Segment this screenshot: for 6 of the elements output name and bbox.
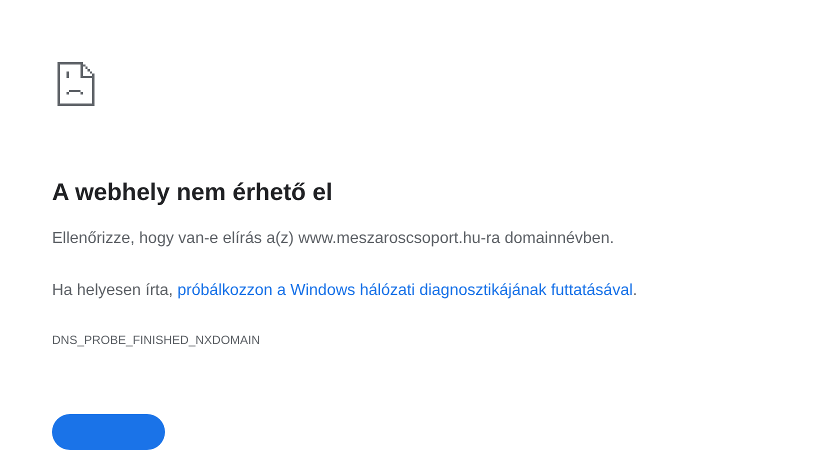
error-message: Ellenőrizze, hogy van-e elírás a(z) www.meszaroscsoport.hu-ra domainnévben. — [52, 229, 614, 249]
reload-button[interactable] — [52, 414, 165, 450]
error-title: A webhely nem érhető el — [52, 178, 333, 208]
error-code: DNS_PROBE_FINISHED_NXDOMAIN — [52, 332, 260, 348]
suggestion-text: Ha helyesen írta, próbálkozzon a Windows hálózati diagnosztikájának futtatásával. — [52, 281, 638, 301]
diagnostics-link[interactable]: próbálkozzon a Windows hálózati diagnosztikájának futtatásával — [177, 282, 633, 299]
